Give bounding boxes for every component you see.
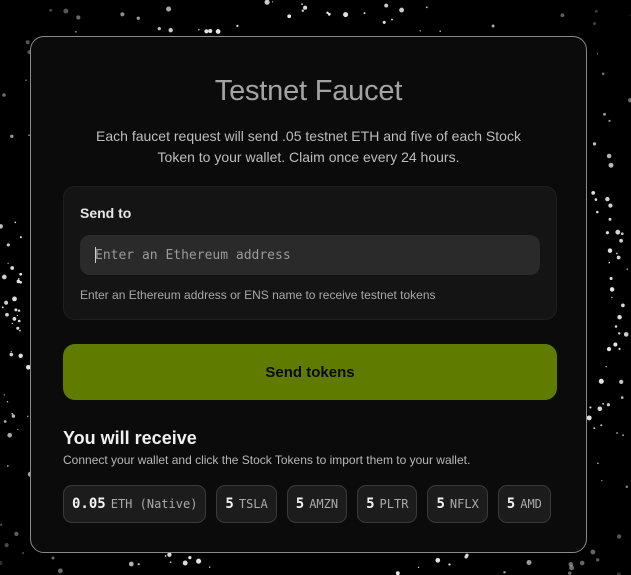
token-amount: 5: [436, 496, 445, 512]
text-cursor: [95, 247, 96, 263]
token-symbol: AMD: [520, 497, 542, 511]
token-symbol: NFLX: [449, 497, 479, 511]
faucet-description: Each faucet request will send .05 testne…: [81, 126, 536, 167]
token-amount: 5: [295, 496, 305, 512]
token-chip-tsla[interactable]: 5 TSLA: [216, 485, 277, 523]
token-chip-amzn[interactable]: 5 AMZN: [286, 485, 348, 523]
address-hint: Enter an Ethereum address or ENS name to…: [80, 288, 436, 302]
receive-description: Connect your wallet and click the Stock …: [63, 453, 471, 467]
send-tokens-button[interactable]: Send tokens: [63, 344, 557, 400]
faucet-description-line-2: Token to your wallet. Claim once every 2…: [157, 148, 460, 165]
token-list: 0.05 ETH (Native) 5 TSLA 5 AMZN 5 PLTR 5…: [63, 485, 551, 523]
token-chip-eth[interactable]: 0.05 ETH (Native): [63, 485, 207, 523]
send-to-label: Send to: [80, 205, 132, 221]
token-amount: 5: [366, 496, 375, 512]
address-input[interactable]: [80, 235, 540, 275]
faucet-description-line-1: Each faucet request will send .05 testne…: [96, 128, 521, 144]
token-symbol: ETH (Native): [110, 497, 198, 511]
page-title: Testnet Faucet: [214, 75, 403, 107]
token-chip-amd[interactable]: 5 AMD: [497, 485, 551, 523]
token-amount: 0.05: [72, 496, 106, 512]
token-chip-nflx[interactable]: 5 NFLX: [427, 485, 488, 523]
receive-title: You will receive: [63, 428, 197, 448]
token-symbol: PLTR: [379, 497, 409, 511]
token-symbol: TSLA: [238, 497, 268, 511]
faucet-card: Testnet Faucet Each faucet request will …: [30, 36, 587, 553]
token-amount: 5: [225, 496, 234, 512]
token-amount: 5: [506, 496, 516, 512]
token-chip-pltr[interactable]: 5 PLTR: [357, 485, 418, 523]
token-symbol: AMZN: [309, 497, 339, 511]
send-to-panel: Send to Enter an Ethereum address or ENS…: [63, 186, 557, 320]
